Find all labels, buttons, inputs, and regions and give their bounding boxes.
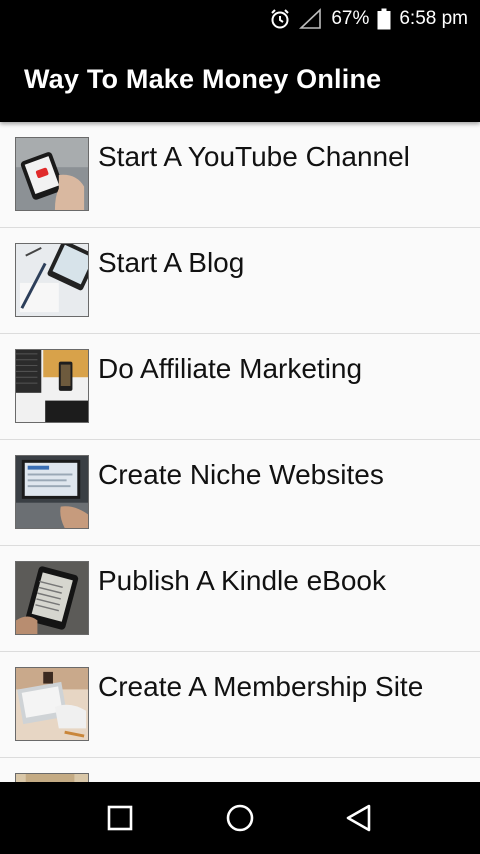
laptop-typing-thumbnail bbox=[15, 455, 89, 529]
home-circle-icon[interactable] bbox=[224, 802, 256, 834]
desk-tablet-thumbnail bbox=[15, 243, 89, 317]
battery-icon bbox=[377, 8, 391, 30]
status-bar: 67% 6:58 pm bbox=[0, 0, 480, 38]
phone-youtube-thumbnail bbox=[15, 137, 89, 211]
app-bar: Way To Make Money Online bbox=[0, 38, 480, 122]
recents-square-icon[interactable] bbox=[104, 802, 136, 834]
back-triangle-icon[interactable] bbox=[342, 802, 374, 834]
list-item[interactable]: Start A YouTube Channel bbox=[0, 122, 480, 228]
page-title: Way To Make Money Online bbox=[24, 64, 382, 94]
list-item-label: Start A Blog bbox=[98, 247, 245, 278]
ereader-thumbnail bbox=[15, 561, 89, 635]
list-item-label: Create A Membership Site bbox=[98, 671, 424, 702]
list-item[interactable]: Publish A Kindle eBook bbox=[0, 546, 480, 652]
signal-icon bbox=[299, 8, 323, 30]
list: Start A YouTube Channel Start A Blog Do … bbox=[0, 122, 480, 782]
list-item[interactable]: Start A Blog bbox=[0, 228, 480, 334]
list-item-label: Publish A Kindle eBook bbox=[98, 565, 386, 596]
alarm-icon bbox=[269, 8, 291, 30]
list-item[interactable]: Create Niche Websites bbox=[0, 440, 480, 546]
partial-thumbnail bbox=[15, 773, 89, 782]
laptop-phone-thumbnail bbox=[15, 349, 89, 423]
battery-percent: 67% bbox=[331, 8, 370, 29]
list-item-label: Create Niche Websites bbox=[98, 459, 384, 490]
navigation-bar bbox=[0, 782, 480, 854]
status-icons: 67% 6:58 pm bbox=[269, 0, 468, 38]
list-item[interactable]: Create A Membership Site bbox=[0, 652, 480, 758]
list-item-label: Start A YouTube Channel bbox=[98, 141, 410, 172]
list-item[interactable] bbox=[0, 758, 480, 782]
clock-time: 6:58 pm bbox=[399, 8, 468, 29]
list-item[interactable]: Do Affiliate Marketing bbox=[0, 334, 480, 440]
laptop-desk-thumbnail bbox=[15, 667, 89, 741]
list-item-label: Do Affiliate Marketing bbox=[98, 353, 363, 384]
